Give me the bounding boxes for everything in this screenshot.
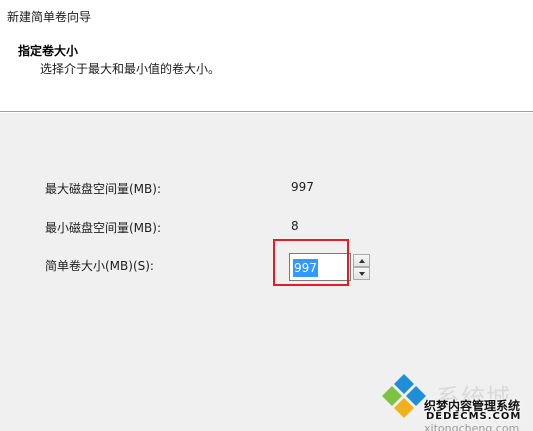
arrow-up-icon: [358, 258, 365, 263]
volume-size-stepper[interactable]: 997: [289, 253, 371, 281]
watermark-site-en: DEDECMS.COM: [426, 411, 522, 422]
watermark: 系统城 织梦内容管理系统 DEDECMS.COM xitongcheng.com: [378, 370, 533, 431]
page-description: 选择介于最大和最小值的卷大小。: [40, 62, 221, 76]
wizard-header: 新建简单卷向导 指定卷大小 选择介于最大和最小值的卷大小。: [0, 0, 533, 111]
min-space-label: 最小磁盘空间量(MB):: [45, 221, 161, 235]
spin-up-button[interactable]: [353, 254, 370, 267]
window-title: 新建简单卷向导: [7, 10, 92, 24]
max-space-value: 997: [291, 180, 314, 194]
volume-size-label: 简单卷大小(MB)(S):: [45, 259, 154, 273]
max-space-label: 最大磁盘空间量(MB):: [45, 182, 161, 196]
watermark-url: xitongcheng.com: [424, 422, 520, 431]
header-divider-highlight: [0, 112, 533, 113]
min-space-value: 8: [291, 219, 299, 233]
volume-size-input[interactable]: 997: [289, 253, 351, 281]
volume-size-selected-text[interactable]: 997: [293, 259, 318, 277]
page-heading: 指定卷大小: [18, 44, 79, 58]
arrow-down-icon: [358, 271, 365, 276]
spin-down-button[interactable]: [353, 267, 370, 280]
windows-logo-icon: [382, 374, 426, 418]
